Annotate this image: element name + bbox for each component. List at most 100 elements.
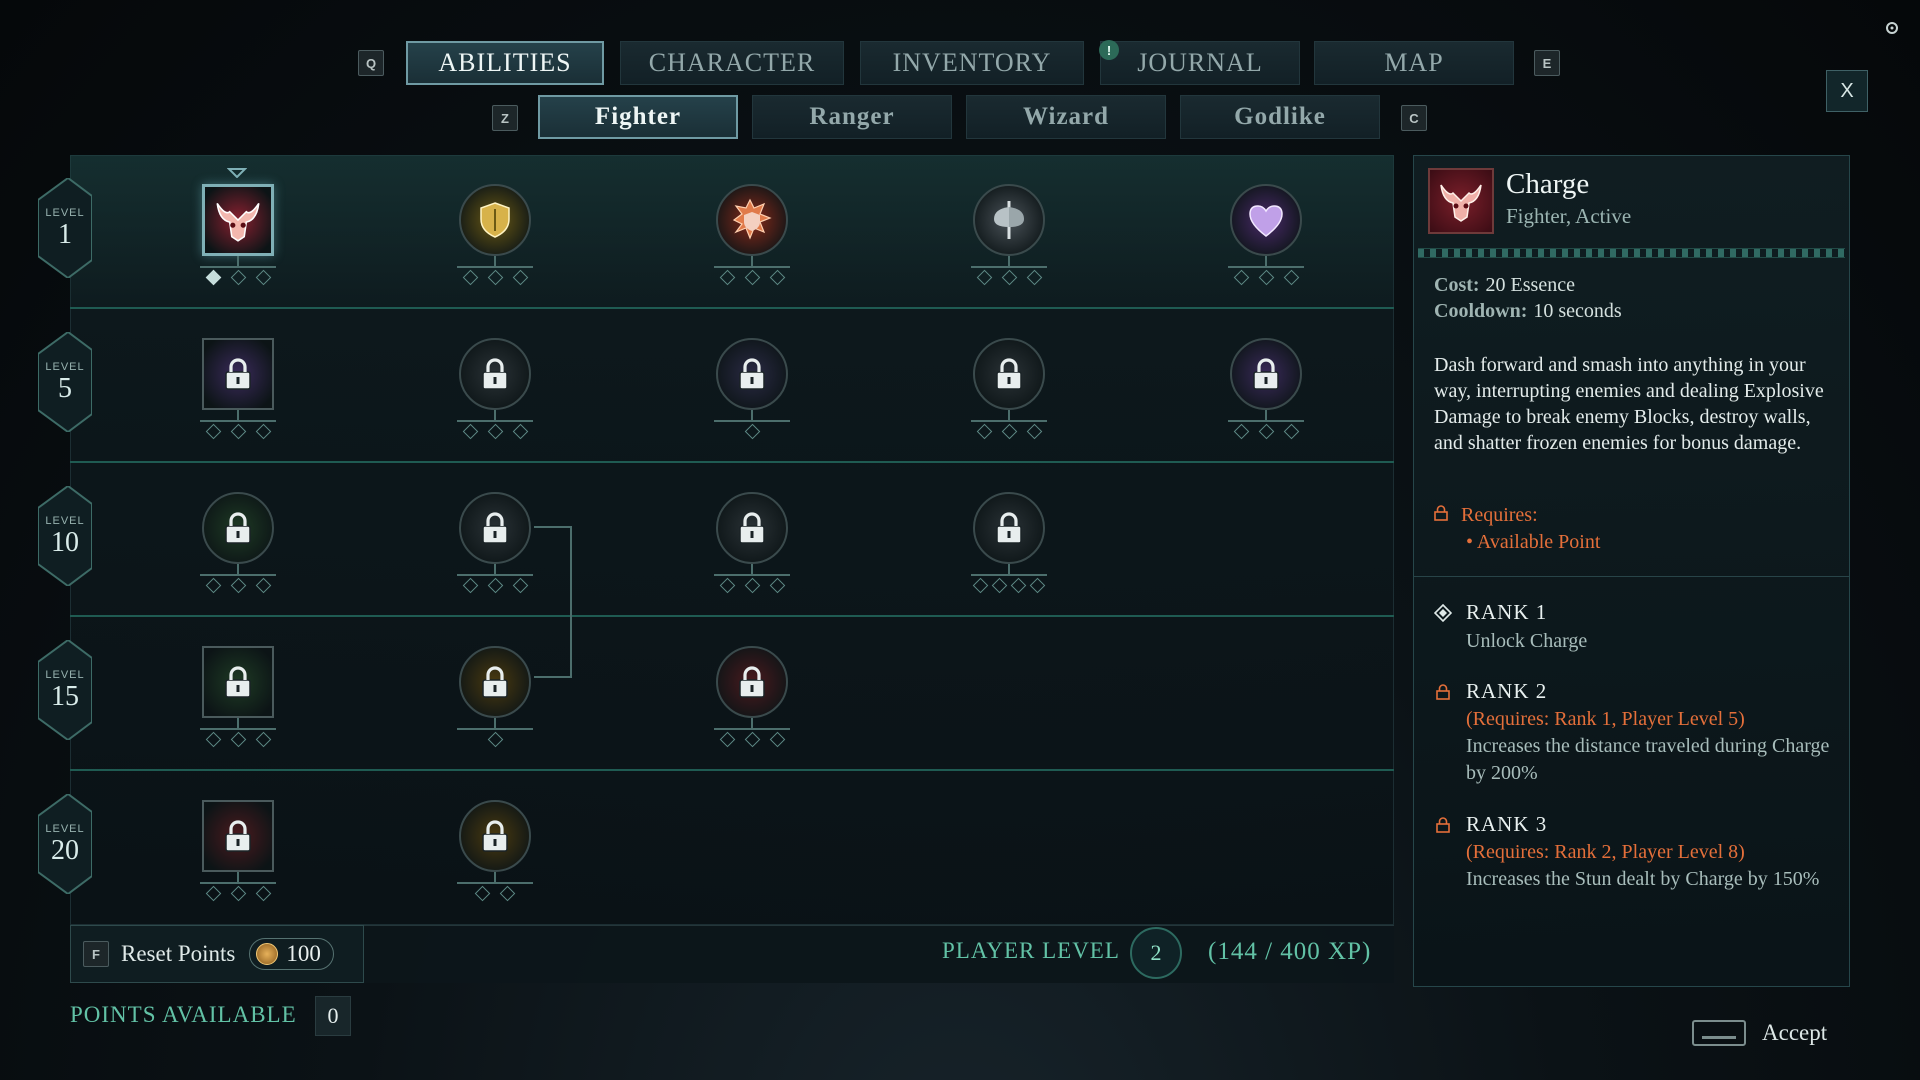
rank-pips [193,731,283,748]
rank-pip [991,577,1008,594]
node-stem [1265,410,1267,420]
level-label: LEVEL [45,669,85,681]
ability-node-locked[interactable] [193,800,283,910]
node-base [200,882,276,884]
lock-icon [202,646,274,718]
tab-journal[interactable]: JOURNAL [1100,41,1300,85]
ability-node-locked[interactable] [707,492,797,602]
ability-node-locked[interactable] [1221,338,1311,448]
node-stem [751,564,753,574]
rank-pip [230,731,246,748]
requires-label: Requires: [1461,504,1538,526]
node-base [457,882,533,884]
node-base [457,266,533,268]
ability-node-cleave[interactable] [964,184,1054,294]
level-label: LEVEL [45,207,85,219]
ability-node-locked[interactable] [450,338,540,448]
rank-pip [744,577,760,594]
prev-tab-key[interactable]: Q [358,50,384,76]
ability-node-locked[interactable] [450,492,540,602]
lock-icon [1434,683,1452,701]
node-base [971,420,1047,422]
ability-detail-panel: Charge Fighter, Active Cost: 20 Essence C… [1413,155,1850,987]
ability-node-locked[interactable] [707,338,797,448]
level-number: 10 [51,527,79,558]
rank-pips [193,885,283,902]
ability-node-shield-bash[interactable] [450,184,540,294]
level-marker-5: LEVEL 5 [38,332,92,432]
rank-pip [205,731,221,748]
ability-node-locked[interactable] [964,492,1054,602]
rank-pip [1026,269,1042,286]
level-marker-1: LEVEL 1 [38,178,92,278]
rank-pip [512,269,528,286]
rank-pip [462,269,478,286]
tab-character[interactable]: CHARACTER [620,41,844,85]
ability-node-locked[interactable] [707,646,797,756]
coin-icon [256,943,279,965]
ability-node-locked[interactable] [193,338,283,448]
lock-icon [973,338,1045,410]
rank-pip [487,577,503,594]
accept-button[interactable]: Accept [1692,1020,1827,1046]
node-base [714,574,790,576]
bull-skull-icon [202,184,274,256]
rank-pip [744,731,760,748]
rank-pips [1221,269,1311,286]
rank-pip [230,269,246,286]
node-stem [751,410,753,420]
rank-pip [1233,269,1249,286]
ability-node-locked[interactable] [450,646,540,756]
node-base [200,266,276,268]
reset-points-button[interactable]: F Reset Points 100 [70,925,364,983]
rank-pips [707,423,797,440]
rank-pip [255,577,271,594]
rank-pip [1258,269,1274,286]
ability-node-shield-burst[interactable] [707,184,797,294]
rank-pips [707,731,797,748]
burst-shield-icon [716,184,788,256]
ability-node-locked[interactable] [193,492,283,602]
rank-pips [193,269,283,286]
lock-icon [459,492,531,564]
node-base [457,728,533,730]
next-subtab-key[interactable]: C [1401,105,1427,131]
ability-node-locked[interactable] [193,646,283,756]
node-base [457,574,533,576]
rank-pip [255,423,271,440]
rank-effect: Increases the distance traveled during C… [1466,735,1830,784]
tab-map[interactable]: MAP [1314,41,1514,85]
points-available-label: POINTS AVAILABLE [70,1002,297,1027]
rank-pip [972,577,989,594]
lock-icon [716,492,788,564]
rank-pip [769,577,785,594]
next-tab-key[interactable]: E [1534,50,1560,76]
rank-pip [1258,423,1274,440]
node-stem [237,410,239,420]
lock-icon [1434,505,1448,521]
level-marker-20: LEVEL 20 [38,794,92,894]
rank-pip [205,269,221,286]
ability-node-locked[interactable] [964,338,1054,448]
reset-cost-value: 100 [286,941,321,966]
lock-icon [459,338,531,410]
level-number: 5 [58,373,72,404]
subtab-godlike[interactable]: Godlike [1180,95,1380,139]
rank-pips [450,885,540,902]
rank-requirement: (Requires: Rank 2, Player Level 8) [1466,841,1745,863]
node-base [200,728,276,730]
node-stem [494,718,496,728]
rank-pips [450,577,540,594]
ability-node-locked[interactable] [450,800,540,910]
subtab-ranger[interactable]: Ranger [752,95,952,139]
prev-subtab-key[interactable]: Z [492,105,518,131]
cost-stat: Cost: 20 Essence [1434,274,1575,297]
ability-node-charge[interactable] [193,184,283,294]
subtab-wizard[interactable]: Wizard [966,95,1166,139]
subtab-fighter[interactable]: Fighter [538,95,738,139]
tab-abilities[interactable]: ABILITIES [406,41,604,85]
ability-node-heart[interactable] [1221,184,1311,294]
tab-inventory[interactable]: INVENTORY [860,41,1084,85]
close-button[interactable]: X [1826,70,1868,112]
selected-caret-icon [227,168,247,178]
